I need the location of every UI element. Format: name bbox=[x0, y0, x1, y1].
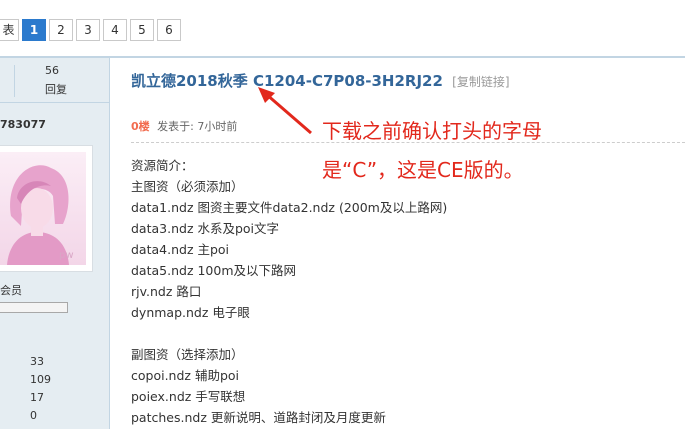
annotation-line-1: 下载之前确认打头的字母 bbox=[322, 119, 542, 143]
annotation-line-2: 是“C”，这是CE版的。 bbox=[322, 158, 524, 182]
annotation-arrow-icon bbox=[258, 87, 312, 135]
